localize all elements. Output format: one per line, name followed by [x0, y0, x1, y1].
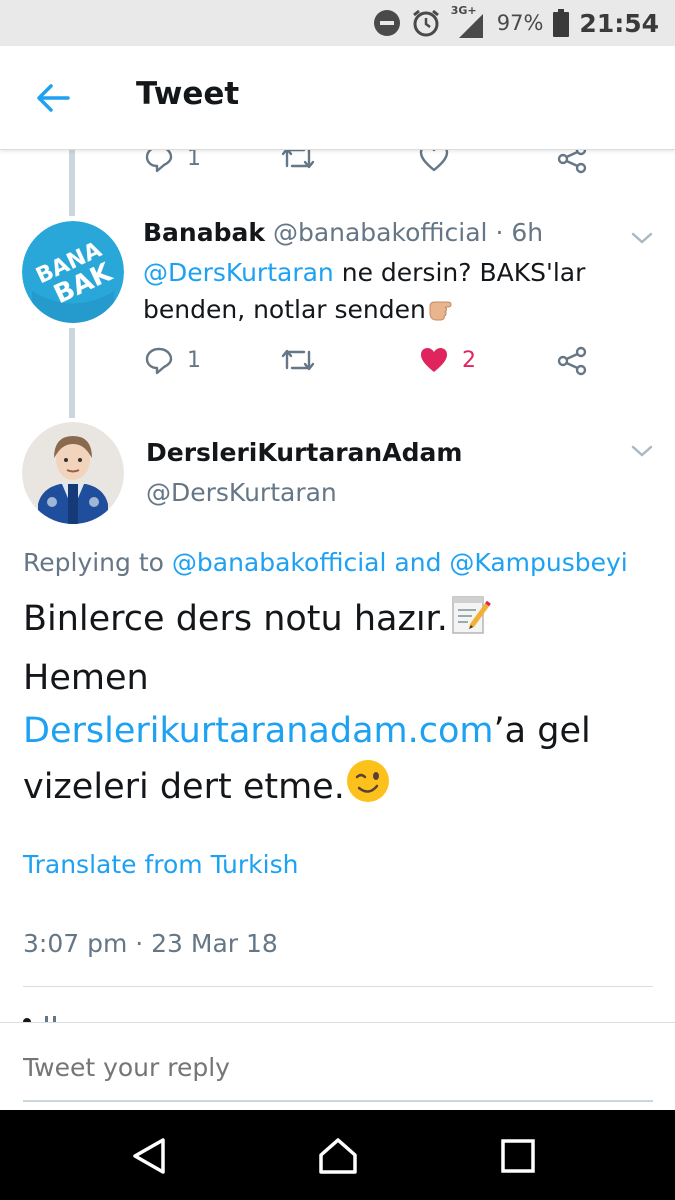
- retweet-icon: [281, 349, 315, 371]
- like-action[interactable]: 2: [418, 344, 476, 376]
- app-header: Tweet: [0, 46, 675, 150]
- tweet-text-line: Hemen: [23, 658, 149, 698]
- main-tweet-text: Binlerce ders notu hazır. Hemen Dersleri…: [23, 592, 663, 820]
- author-handle[interactable]: @banabakofficial: [273, 218, 488, 247]
- avatar-banabak[interactable]: BANA BAK: [22, 221, 124, 323]
- reply-icon: [145, 347, 173, 375]
- replying-to: Replying to @banabakofficial and @Kampus…: [23, 548, 628, 577]
- tweet-text-line: ’a gel: [493, 711, 591, 751]
- memo-icon: [448, 592, 492, 652]
- reply-action[interactable]: 1: [143, 344, 201, 376]
- tweet-text-line: Binlerce ders notu hazır.: [23, 599, 448, 639]
- translate-link[interactable]: Translate from Turkish: [23, 850, 298, 879]
- tweet-age: · 6h: [495, 218, 544, 247]
- heart-filled-icon: [421, 348, 447, 372]
- mention-link[interactable]: @banabakofficial: [172, 548, 387, 577]
- nav-recents-icon[interactable]: [497, 1135, 539, 1177]
- battery-icon: [553, 9, 570, 37]
- status-bar: 3G+ 97% 21:54: [0, 0, 675, 46]
- tweet-text-line: vizeleri dert etme.: [23, 767, 345, 807]
- like-count: 2: [462, 347, 476, 373]
- share-action[interactable]: [555, 344, 589, 378]
- nav-home-icon[interactable]: [317, 1135, 359, 1177]
- reply-count: 1: [187, 347, 201, 373]
- thread-line-top: [69, 150, 75, 216]
- signal-icon: 3G+: [451, 4, 487, 40]
- do-not-disturb-icon: [373, 10, 400, 36]
- winking-face-icon: [345, 758, 391, 820]
- input-underline: [23, 1100, 653, 1102]
- reply-tweet-header: Banabak @banabakofficial · 6h: [143, 218, 543, 247]
- tweet-text-line: benden, notlar senden: [143, 295, 426, 324]
- reply-tweet-actions: 1 2: [143, 344, 603, 384]
- website-link[interactable]: Derslerikurtaranadam.com: [23, 711, 494, 751]
- clock: 21:54: [579, 8, 659, 38]
- hand-pointing-icon: [426, 292, 458, 334]
- page-title: Tweet: [136, 76, 240, 112]
- system-nav-bar: [0, 1110, 675, 1200]
- author-name[interactable]: DersleriKurtaranAdam: [146, 438, 462, 467]
- thread-line-middle: [69, 328, 75, 418]
- divider: [23, 986, 653, 987]
- arrow-left-icon[interactable]: [34, 79, 72, 117]
- tweet-text-line: ne dersin? BAKS'lar: [333, 258, 586, 287]
- avatar-derskurtaran[interactable]: [22, 422, 124, 524]
- replying-and: and: [386, 548, 450, 577]
- share-icon: [557, 346, 587, 376]
- retweet-action[interactable]: [280, 344, 316, 376]
- chevron-down-icon[interactable]: [630, 230, 654, 246]
- chevron-down-icon[interactable]: [630, 443, 654, 459]
- replying-prefix: Replying to: [23, 548, 172, 577]
- mention-link[interactable]: @DersKurtaran: [143, 258, 334, 287]
- nav-back-icon[interactable]: [129, 1135, 171, 1177]
- reply-tweet-text: @DersKurtaran ne dersin? BAKS'lar benden…: [143, 254, 643, 334]
- author-name[interactable]: Banabak: [143, 218, 265, 247]
- mention-link[interactable]: @Kampusbeyi: [449, 548, 627, 577]
- tweet-timestamp: 3:07 pm · 23 Mar 18: [23, 929, 278, 958]
- author-handle[interactable]: @DersKurtaran: [146, 478, 337, 507]
- alarm-icon: [412, 9, 439, 37]
- reply-input[interactable]: [23, 1053, 623, 1082]
- reply-composer: [0, 1022, 675, 1110]
- battery-percent: 97%: [496, 11, 544, 35]
